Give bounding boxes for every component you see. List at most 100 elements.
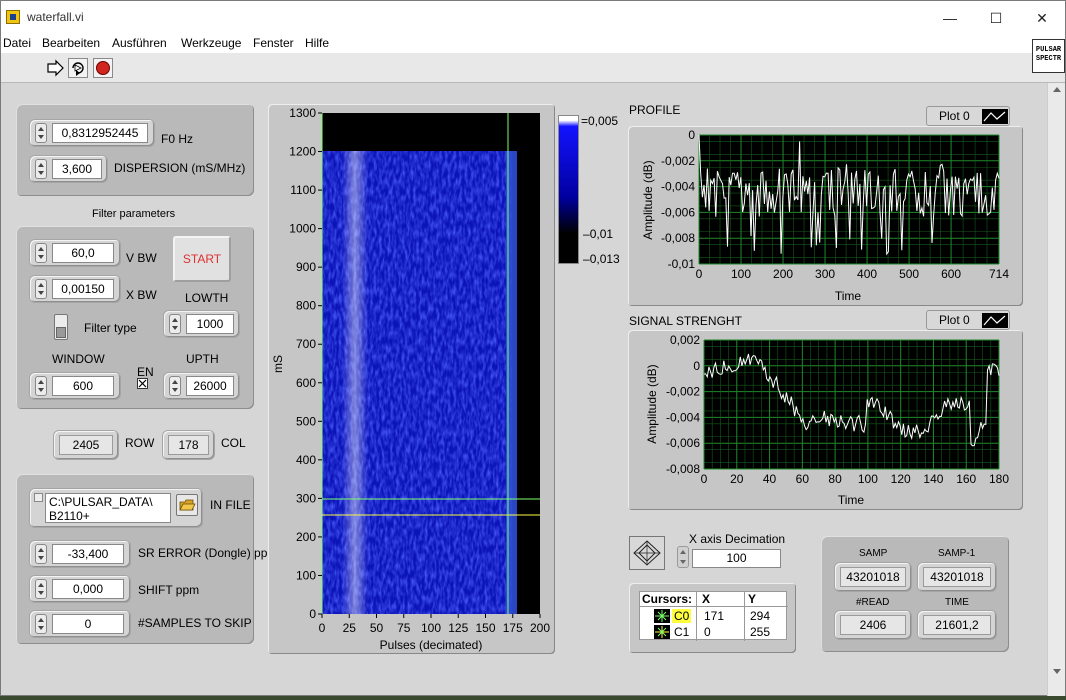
read-indicator: 2406 [835, 611, 911, 639]
pf-x-tick-label: 400 [857, 267, 877, 281]
pf-y-tick-label: -0,004 [661, 180, 695, 194]
abort-button[interactable] [93, 58, 113, 78]
colorbar-min-value: 0,013 [589, 252, 620, 266]
upth-control[interactable]: 26000 [164, 373, 239, 399]
pf-y-tick-label: -0,002 [661, 154, 695, 168]
vbw-spinner[interactable] [35, 243, 47, 263]
colorbar-min-label: –0,013 [583, 252, 620, 266]
cursor-header-x: X [702, 592, 711, 606]
skip-spinner[interactable] [35, 614, 47, 634]
upth-label: UPTH [186, 352, 219, 366]
menu-bearbeiten[interactable]: Bearbeiten [42, 36, 100, 50]
waterfall-y-tick-label: 1300 [289, 106, 316, 120]
sg-y-tick-label: -0,004 [666, 410, 700, 424]
filter-type-switch[interactable] [54, 314, 68, 340]
f0-input[interactable]: 0,8312952445 [52, 123, 148, 143]
minimize-button[interactable]: — [929, 5, 971, 31]
menu-ausfuehren[interactable]: Ausführen [112, 36, 167, 50]
vbw-control[interactable]: 60,0 [30, 240, 120, 266]
menu-hilfe[interactable]: Hilfe [305, 36, 329, 50]
shift-control[interactable]: 0,000 [30, 576, 130, 602]
filter-type-switch-knob [56, 327, 66, 338]
run-continuously-button[interactable] [68, 58, 88, 78]
maximize-button[interactable]: ☐ [975, 5, 1017, 31]
cursor-header-name: Cursors: [642, 592, 693, 606]
pf-x-tick-label: 0 [696, 267, 703, 281]
cursor-row-c0[interactable]: C0 171 294 [640, 608, 788, 624]
menu-werkzeuge[interactable]: Werkzeuge [181, 36, 241, 50]
cursor-legend-table[interactable]: Cursors: X Y C0 171 294 C1 0 255 [639, 591, 788, 641]
en-checkbox[interactable] [137, 378, 148, 389]
decimation-label: X axis Decimation [689, 532, 786, 546]
sr-error-control[interactable]: -33,400 [30, 541, 130, 567]
col-indicator: 178 [163, 431, 214, 459]
waterfall-y-tick-label: 900 [296, 260, 316, 274]
window-input[interactable]: 600 [52, 376, 114, 396]
skip-control[interactable]: 0 [30, 611, 130, 637]
profile-graph[interactable]: 0 -0,002 -0,004 -0,006 -0,008 -0,01 0 100 200 30… [628, 126, 1023, 306]
cursor-header-y: Y [748, 592, 757, 606]
dispersion-input[interactable]: 3,600 [52, 159, 102, 179]
read-value: 2406 [840, 615, 906, 635]
signal-plot-legend[interactable]: Plot 0 [926, 310, 1010, 330]
waterfall-graph[interactable]: 0100200300400500600700800900100011001200… [268, 104, 555, 654]
pulsar-spectrum-logo: PULSAR SPECTR [1032, 39, 1065, 73]
graph-palette-button[interactable] [629, 536, 665, 570]
profile-plot-legend[interactable]: Plot 0 [926, 106, 1010, 126]
waterfall-y-axis: 0 100 200 300 400 500 600 700 800 900 1000 1100 1200… [289, 106, 322, 621]
sg-y-tick-label: -0,008 [666, 462, 700, 476]
xbw-control[interactable]: 0,00150 [30, 276, 120, 302]
sr-error-input[interactable]: -33,400 [52, 544, 124, 564]
samp-label: SAMP [859, 548, 888, 559]
pf-y-tick-label: -0,008 [661, 231, 695, 245]
sg-y-tick-label: -0,006 [666, 436, 700, 450]
skip-input[interactable]: 0 [52, 614, 124, 634]
samp-indicator: 43201018 [835, 563, 911, 591]
close-button[interactable]: ✕ [1021, 5, 1063, 31]
menu-fenster[interactable]: Fenster [253, 36, 294, 50]
vbw-input[interactable]: 60,0 [52, 243, 114, 263]
f0-control[interactable]: 0,8312952445 [30, 120, 154, 146]
waterfall-y-tick-label: 700 [296, 337, 316, 351]
vertical-scrollbar[interactable] [1047, 83, 1065, 696]
xbw-spinner[interactable] [35, 279, 47, 299]
sr-error-spinner[interactable] [35, 544, 47, 564]
browse-button[interactable] [176, 494, 198, 516]
pf-x-tick-label: 200 [773, 267, 793, 281]
run-button[interactable] [45, 58, 65, 78]
shift-input[interactable]: 0,000 [52, 579, 124, 599]
decimation-input[interactable]: 100 [692, 549, 781, 568]
cursor-c0-x: 171 [704, 609, 725, 623]
samp1-value: 43201018 [923, 567, 991, 587]
waterfall-y-tick-label: 300 [296, 491, 316, 505]
window-spinner[interactable] [35, 376, 47, 396]
row-value: 2405 [59, 435, 113, 455]
pf-x-tick-label: 714 [989, 267, 1009, 281]
signal-graph[interactable]: 0,002 0 -0,002 -0,004 -0,006 -0,008 0 20 40 60 80… [628, 330, 1023, 510]
f0-spinner[interactable] [35, 123, 47, 143]
window-control[interactable]: 600 [30, 373, 120, 399]
pan-zoom-icon [633, 540, 661, 566]
path-menu-icon[interactable] [34, 493, 43, 502]
pf-x-tick-label: 600 [941, 267, 961, 281]
decimation-spinner[interactable] [677, 546, 689, 568]
shift-spinner[interactable] [35, 579, 47, 599]
lowth-control[interactable]: 1000 [164, 311, 239, 337]
cursor-row-c1[interactable]: C1 0 255 [640, 624, 788, 640]
upth-spinner[interactable] [169, 376, 181, 396]
lowth-input[interactable]: 1000 [186, 314, 234, 334]
dispersion-control[interactable]: 3,600 [30, 156, 107, 182]
start-button[interactable]: START [173, 236, 231, 282]
scroll-down-icon[interactable] [1053, 669, 1061, 674]
profile-y-axis: 0 -0,002 -0,004 -0,006 -0,008 -0,01 [661, 128, 695, 271]
in-file-control[interactable]: C:\PULSAR_DATA\ B2110+ [30, 489, 202, 527]
in-file-input[interactable]: C:\PULSAR_DATA\ B2110+ [45, 493, 171, 523]
menu-datei[interactable]: Datei [3, 36, 31, 50]
upth-input[interactable]: 26000 [186, 376, 234, 396]
read-label: #READ [856, 597, 890, 608]
crosshair-icon [654, 625, 670, 639]
lowth-spinner[interactable] [169, 314, 181, 334]
xbw-input[interactable]: 0,00150 [52, 279, 114, 299]
scroll-up-icon[interactable] [1053, 87, 1061, 92]
dispersion-spinner[interactable] [35, 159, 47, 179]
